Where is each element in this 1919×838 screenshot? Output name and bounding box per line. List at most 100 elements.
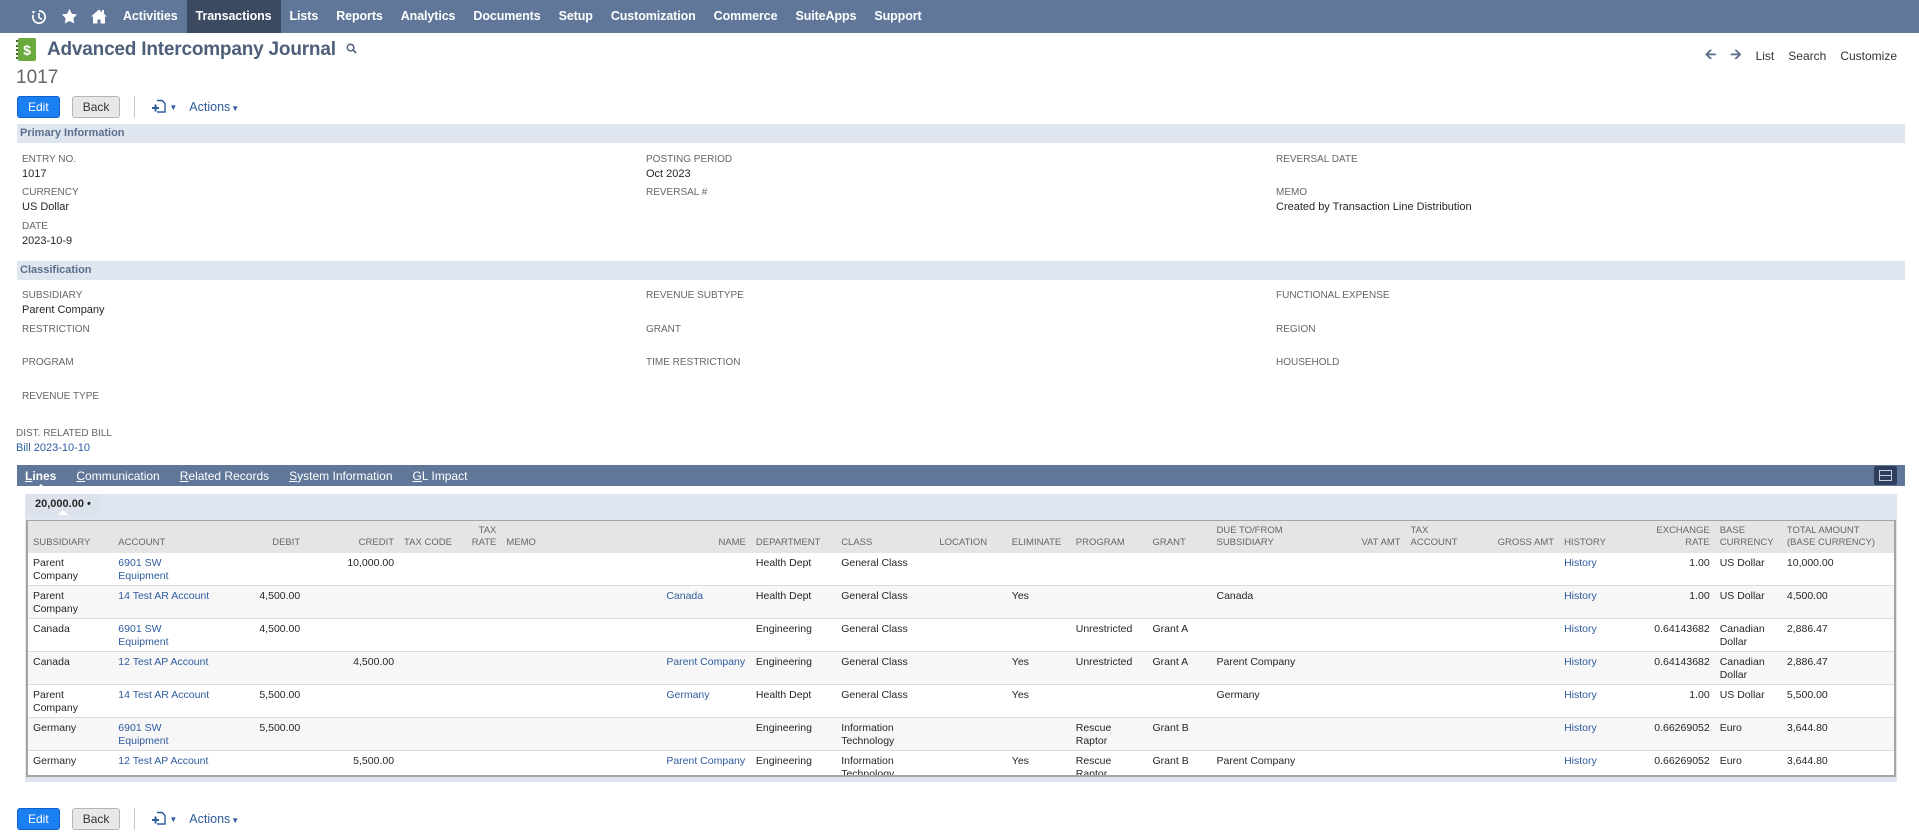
table-row[interactable]: Canada 6901 SW Equipment 4,500.00 Engineeri… [28,618,1894,652]
tab-gl-impact[interactable]: GL Impact [413,469,468,483]
tab-communication[interactable]: Communication [76,469,159,483]
list-link[interactable]: List [1756,49,1775,63]
cell-history[interactable]: History [1559,585,1628,619]
nav-analytics[interactable]: Analytics [392,0,465,33]
nav-reports[interactable]: Reports [327,0,392,33]
search-link[interactable]: Search [1788,49,1826,63]
nav-commerce[interactable]: Commerce [705,0,787,33]
search-icon[interactable] [346,43,357,57]
customize-link[interactable]: Customize [1840,49,1897,63]
col-credit[interactable]: Credit [305,521,400,553]
cell-name[interactable]: Canada [661,585,751,619]
classification-header[interactable]: Classification [17,261,1905,280]
nav-suiteapps[interactable]: SuiteApps [786,0,865,33]
cell-history[interactable]: History [1559,651,1628,685]
col-eliminate[interactable]: Eliminate [1006,521,1071,553]
col-account[interactable]: Account [113,521,215,553]
col-subsidiary[interactable]: Subsidiary [28,521,114,553]
table-row[interactable]: Germany 12 Test AP Account 5,500.00 Parent … [28,751,1894,777]
actions-menu[interactable]: Actions▼ [189,100,239,114]
cell-name [661,618,751,652]
col-exchange-rate[interactable]: Exchange Rate [1627,521,1715,553]
tab-system-information[interactable]: System Information [289,469,392,483]
expand-collapse-tabs-icon[interactable] [1874,466,1897,485]
favorites-star-icon[interactable] [54,0,84,33]
dist-related-bill-label: Dist. Related Bill [16,428,112,439]
col-total-amount-base-currency[interactable]: Total Amount (Base Currency) [1781,521,1894,553]
cell-grant [1147,585,1212,619]
nav-setup[interactable]: Setup [550,0,602,33]
cell-history[interactable]: History [1559,553,1628,586]
col-program[interactable]: Program [1070,521,1148,553]
next-record-arrow-icon[interactable]: 🡪 [1730,44,1741,68]
col-base-currency[interactable]: Base Currency [1714,521,1782,553]
new-document-menu[interactable]: ▼ [151,99,177,115]
col-tax-account[interactable]: Tax Account [1405,521,1481,553]
edit-button[interactable]: Edit [17,96,60,118]
household-field: Household [1276,357,1339,368]
recent-records-icon[interactable] [24,0,54,33]
tab-system-information-accesskey: S [289,468,298,483]
col-tax-rate[interactable]: Tax Rate [458,521,502,553]
cell-account[interactable]: 6901 SW Equipment [113,553,215,586]
cell-account[interactable]: 6901 SW Equipment [113,618,215,652]
table-row[interactable]: Canada 12 Test AP Account 4,500.00 Parent C… [28,651,1894,685]
nav-customization[interactable]: Customization [602,0,705,33]
col-location[interactable]: Location [934,521,1007,553]
col-debit[interactable]: Debit [214,521,306,553]
actions-label: Actions [189,100,231,114]
cell-subsidiary: Germany [28,717,114,751]
col-grant[interactable]: Grant [1147,521,1212,553]
table-row[interactable]: Parent Company 14 Test AR Account 5,500.00… [28,684,1894,718]
col-gross-amt[interactable]: Gross Amt [1480,521,1560,553]
primary-information-header[interactable]: Primary Information [17,124,1905,143]
col-department[interactable]: Department [750,521,837,553]
col-tax-code[interactable]: Tax Code [399,521,459,553]
col-vat-amt[interactable]: VAT Amt [1339,521,1406,553]
nav-activities[interactable]: Activities [114,0,187,33]
nav-support[interactable]: Support [865,0,930,33]
dist-related-bill-link[interactable]: Bill 2023-10-10 [16,442,112,454]
cell-name[interactable]: Parent Company [661,651,751,685]
cell-eliminate: Yes [1006,651,1071,685]
edit-button-bottom[interactable]: Edit [17,808,60,830]
cell-account[interactable]: 12 Test AP Account [113,651,215,685]
tab-related-records[interactable]: Related Records [180,469,269,483]
col-due-to-from-subsidiary[interactable]: Due To/From Subsidiary [1211,521,1340,553]
cell-account[interactable]: 14 Test AR Account [113,585,215,619]
cell-history[interactable]: History [1559,717,1628,751]
tab-gl-impact-accesskey: G [412,468,422,483]
back-button[interactable]: Back [71,96,121,118]
col-name[interactable]: Name [661,521,751,553]
table-row[interactable]: Parent Company 6901 SW Equipment 10,000.00… [28,553,1894,586]
cell-account[interactable]: 14 Test AR Account [113,684,215,718]
table-row[interactable]: Germany 6901 SW Equipment 5,500.00 Engineer… [28,717,1894,751]
functional-expense-field: Functional Expense [1276,290,1390,301]
col-memo[interactable]: Memo [501,521,662,553]
time-restriction-label: Time Restriction [646,357,741,368]
cell-history[interactable]: History [1559,684,1628,718]
home-icon[interactable] [84,0,114,33]
tab-lines[interactable]: Lines [25,469,56,489]
actions-menu-bottom[interactable]: Actions▼ [189,812,239,826]
col-history[interactable]: History [1559,521,1628,553]
revenue-subtype-label: Revenue Subtype [646,290,744,301]
cell-account[interactable]: 6901 SW Equipment [113,717,215,751]
nav-documents[interactable]: Documents [464,0,549,33]
lines-subtab-total[interactable]: 20,000.00 • [26,494,100,515]
nav-lists[interactable]: Lists [281,0,328,33]
cell-account[interactable]: 12 Test AP Account [113,751,214,776]
back-button-bottom[interactable]: Back [71,808,121,830]
new-document-menu-bottom[interactable]: ▼ [151,811,177,827]
cell-program: Unrestricted [1070,618,1148,652]
cell-name[interactable]: Parent Company [661,751,751,776]
cell-history[interactable]: History [1559,751,1627,776]
cell-class: Information Technology [841,755,895,777]
cell-name[interactable]: Germany [661,684,751,718]
date-value: 2023-10-9 [22,235,73,247]
table-row[interactable]: Parent Company 14 Test AR Account 4,500.00… [28,585,1894,619]
previous-record-arrow-icon[interactable]: 🡨 [1705,44,1716,68]
cell-history[interactable]: History [1559,618,1628,652]
col-class[interactable]: Class [836,521,935,553]
nav-transactions[interactable]: Transactions [186,0,281,33]
